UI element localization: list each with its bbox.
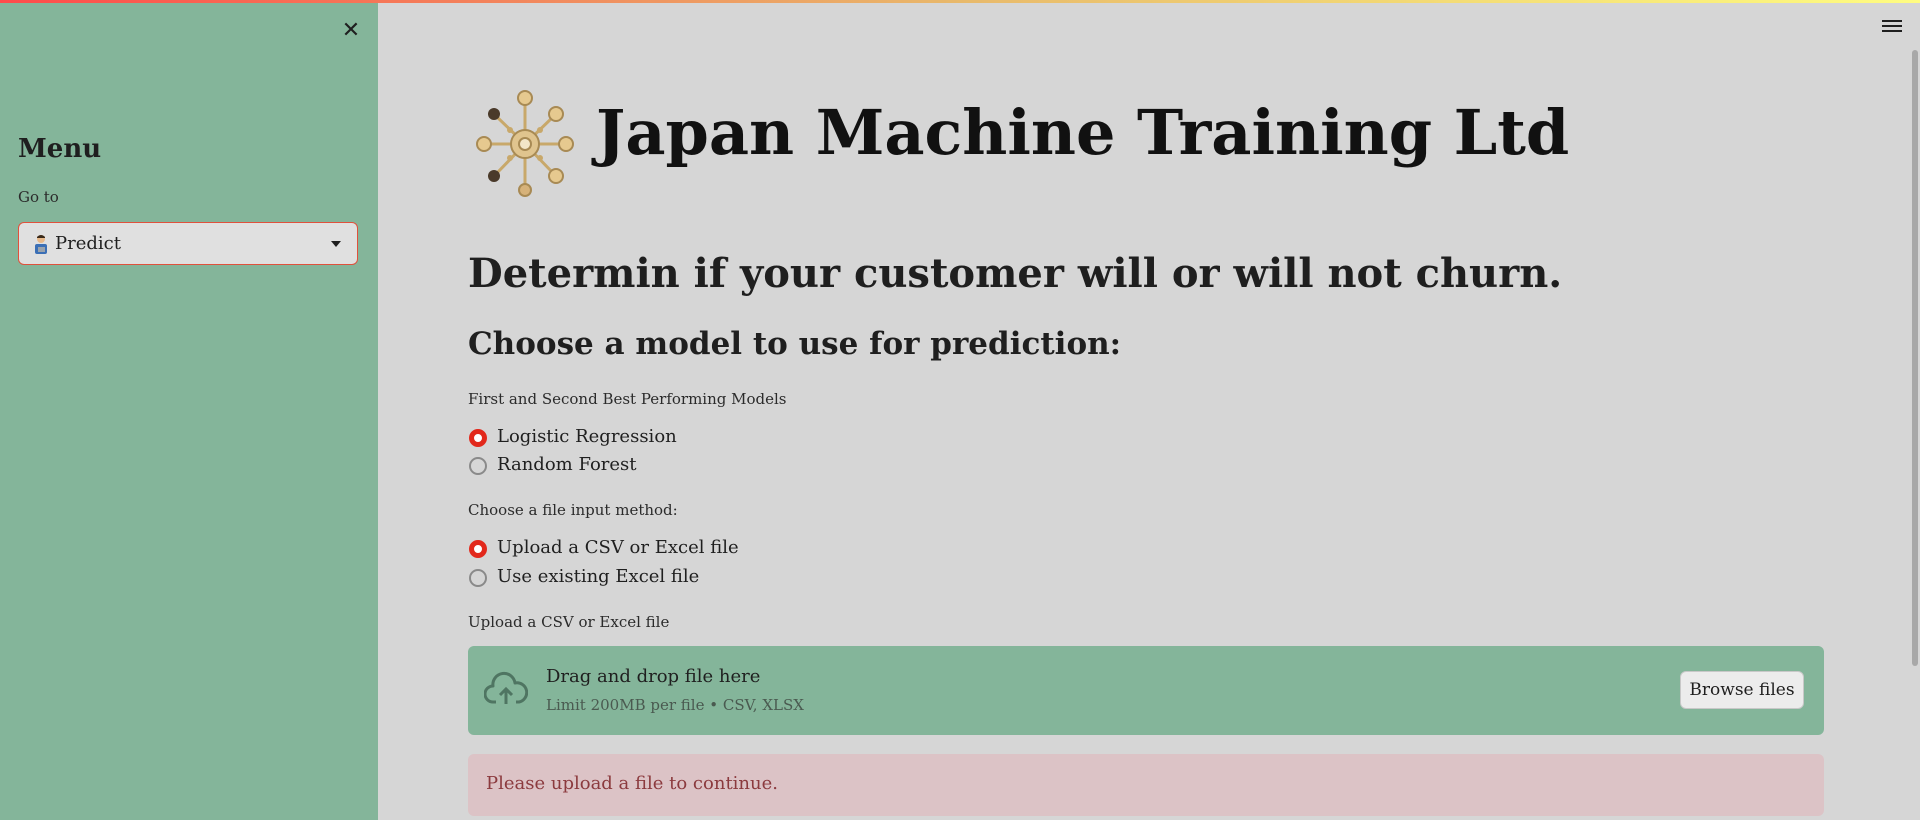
radio-label: Logistic Regression	[497, 426, 677, 447]
file-dropzone[interactable]: Drag and drop file here Limit 200MB per …	[468, 646, 1824, 735]
close-sidebar-button[interactable]: ✕	[338, 18, 364, 44]
dropzone-limit-text: Limit 200MB per file • CSV, XLSX	[546, 696, 804, 714]
top-decoration-bar	[0, 0, 1920, 3]
radio-label: Use existing Excel file	[497, 566, 700, 587]
sidebar: ✕ Menu Go to Predict	[0, 0, 378, 820]
goto-label: Go to	[18, 188, 59, 206]
radio-unchecked-icon	[469, 569, 487, 587]
radio-checked-icon	[469, 429, 487, 447]
main-menu-button[interactable]	[1882, 20, 1902, 36]
person-technologist-icon	[35, 235, 47, 254]
dropzone-title: Drag and drop file here	[546, 666, 761, 687]
scrollbar[interactable]	[1912, 50, 1918, 666]
section-heading: Choose a model to use for prediction:	[468, 326, 1122, 362]
page-select-value: Predict	[55, 233, 121, 254]
hamburger-icon	[1882, 20, 1902, 32]
app-title: Japan Machine Training Ltd	[596, 96, 1570, 169]
close-icon: ✕	[341, 18, 361, 43]
radio-unchecked-icon	[469, 457, 487, 475]
uploader-label: Upload a CSV or Excel file	[468, 613, 670, 631]
page-heading: Determin if your customer will or will n…	[468, 250, 1563, 297]
radio-label: Random Forest	[497, 454, 637, 475]
model-group-label: First and Second Best Performing Models	[468, 390, 787, 408]
cloud-upload-icon	[484, 671, 528, 704]
error-alert: Please upload a file to continue.	[468, 754, 1824, 816]
radio-label: Upload a CSV or Excel file	[497, 537, 739, 558]
sidebar-title: Menu	[18, 134, 102, 164]
alert-message: Please upload a file to continue.	[486, 773, 778, 794]
input-method-label: Choose a file input method:	[468, 501, 678, 519]
radio-checked-icon	[469, 540, 487, 558]
chevron-down-icon	[331, 241, 341, 247]
browse-files-button[interactable]: Browse files	[1680, 671, 1804, 709]
company-logo-icon	[476, 90, 574, 197]
page-select[interactable]: Predict	[18, 222, 358, 265]
